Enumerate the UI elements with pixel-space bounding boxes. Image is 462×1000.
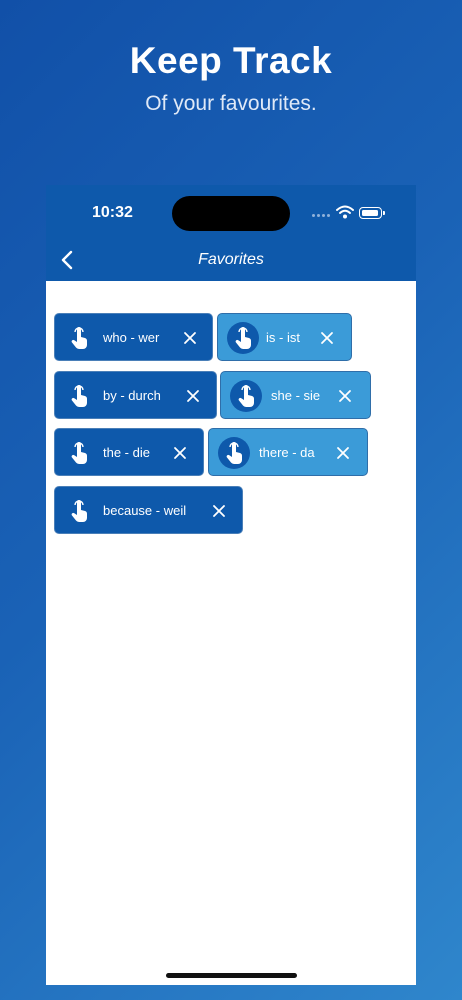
favorite-chip[interactable]: there - da: [208, 428, 368, 476]
nav-bar: 10:32 Favorites: [46, 185, 416, 281]
tap-hand-icon: [71, 385, 88, 407]
home-indicator: [166, 973, 297, 978]
tap-hand-icon: [235, 327, 252, 349]
close-icon[interactable]: [186, 389, 200, 403]
page-title: Favorites: [198, 251, 264, 268]
close-icon[interactable]: [212, 504, 226, 518]
wifi-icon: [336, 205, 354, 219]
close-icon[interactable]: [336, 446, 350, 460]
tap-hand-icon: [71, 442, 88, 464]
phone-screen: 10:32 Favorites who - wer is - ist by - du…: [46, 185, 416, 985]
favorite-chip[interactable]: who - wer: [54, 313, 213, 361]
favorite-label: there - da: [259, 445, 315, 460]
favorite-chip[interactable]: is - ist: [217, 313, 352, 361]
close-icon[interactable]: [173, 446, 187, 460]
close-icon[interactable]: [320, 331, 334, 345]
dynamic-island: [172, 196, 290, 231]
promo-title: Keep Track: [129, 40, 333, 81]
favorite-label: because - weil: [103, 503, 187, 518]
favorite-label: she - sie: [271, 388, 321, 403]
favorite-label: who - wer: [103, 330, 160, 345]
favorite-chip[interactable]: the - die: [54, 428, 204, 476]
favorite-chip[interactable]: because - weil: [54, 486, 243, 534]
tap-hand-icon: [71, 500, 88, 522]
favorite-label: the - die: [103, 445, 150, 460]
promo-subtitle: Of your favourites.: [145, 92, 317, 115]
close-icon[interactable]: [338, 389, 352, 403]
close-icon[interactable]: [183, 331, 197, 345]
signal-icon: [312, 214, 330, 217]
favorite-chip[interactable]: she - sie: [220, 371, 371, 419]
status-time: 10:32: [92, 204, 133, 221]
tap-hand-icon: [71, 327, 88, 349]
favorite-label: by - durch: [103, 388, 161, 403]
favorite-label: is - ist: [266, 330, 300, 345]
tap-hand-icon: [226, 442, 243, 464]
battery-icon: [359, 207, 385, 219]
tap-hand-icon: [238, 385, 255, 407]
favorite-chip[interactable]: by - durch: [54, 371, 217, 419]
